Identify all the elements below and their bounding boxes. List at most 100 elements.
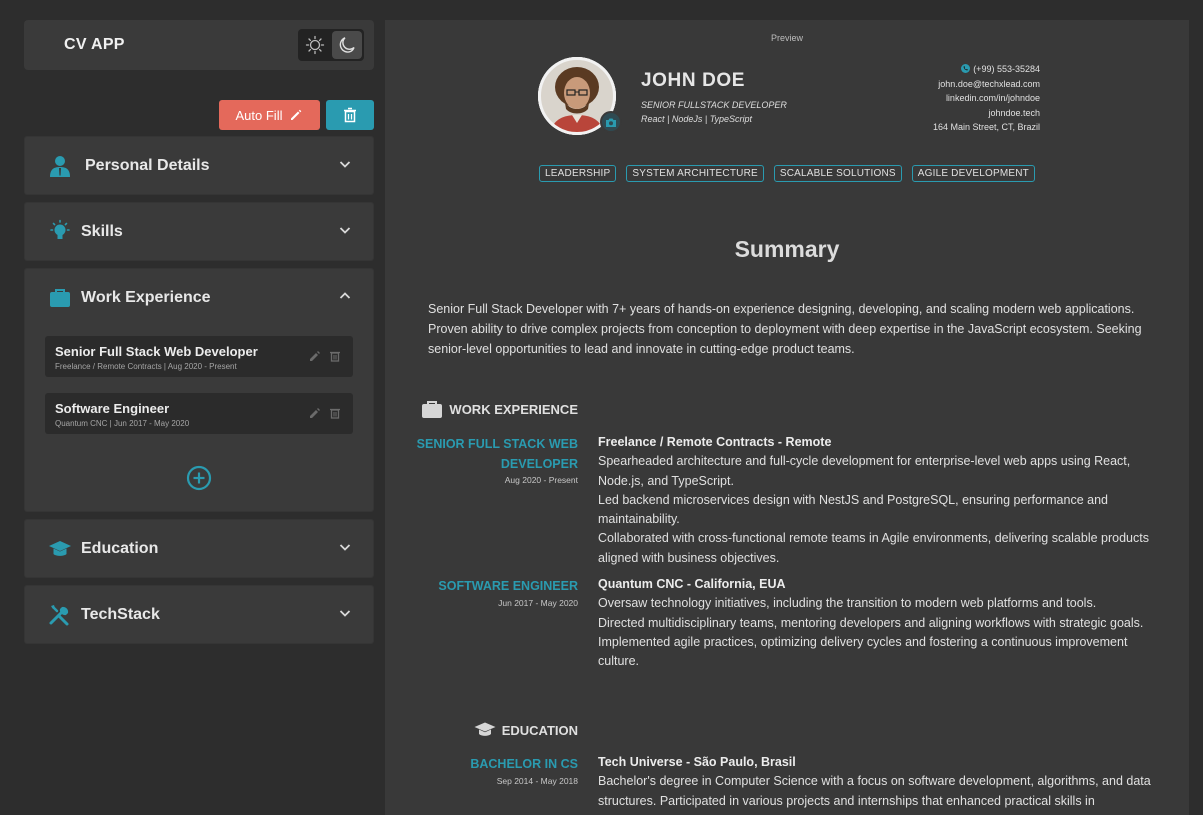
work-item-title: Software Engineer [55, 401, 170, 416]
contact-email[interactable]: john.doe@techxlead.com [933, 77, 1040, 92]
work-item-title: Senior Full Stack Web Developer [55, 344, 258, 359]
light-theme-button[interactable] [300, 31, 330, 59]
work-item-tools [309, 407, 341, 419]
edit-icon[interactable] [309, 407, 321, 419]
chevron-down-icon[interactable] [339, 607, 351, 619]
techstack-section: TechStack [24, 585, 374, 644]
contact-phone: (+99) 553-35284 [973, 64, 1040, 74]
techstack-header[interactable]: TechStack [25, 586, 373, 643]
briefcase-icon [47, 285, 73, 311]
contact-website[interactable]: johndoe.tech [933, 106, 1040, 121]
cv-preview: Preview JOHN DOE SENIOR FULLSTACK DEVELO… [385, 20, 1189, 815]
work-item[interactable]: Senior Full Stack Web Developer Freelanc… [45, 336, 353, 377]
skills-title: Skills [81, 222, 123, 240]
contact-phone-row: (+99) 553-35284 [933, 62, 1040, 77]
editor-sidebar: CV APP Auto Fill Personal Details Skills… [24, 20, 374, 644]
person-icon [47, 153, 73, 179]
education-title: Education [81, 539, 159, 557]
briefcase-icon [422, 401, 443, 418]
camera-icon [606, 118, 616, 127]
action-bar: Auto Fill [24, 100, 374, 130]
education-entry-school: Tech Universe - São Paulo, Brasil [598, 755, 796, 769]
work-experience-header[interactable]: Work Experience [25, 269, 373, 326]
edit-icon[interactable] [309, 350, 321, 362]
work-entry-bullet: Oversaw technology initiatives, includin… [598, 596, 1097, 611]
phone-icon [961, 64, 971, 73]
work-entry-role-line2: DEVELOPER [500, 456, 578, 471]
techstack-title: TechStack [81, 605, 160, 623]
work-item[interactable]: Software Engineer Quantum CNC | Jun 2017… [45, 393, 353, 434]
work-entry-bullet: Led backend microservices design with Ne… [598, 492, 1108, 527]
trash-icon [344, 107, 356, 123]
change-photo-button[interactable] [600, 111, 622, 133]
work-experience-title: Work Experience [81, 288, 211, 306]
clear-all-button[interactable] [326, 100, 374, 130]
education-heading: EDUCATION [474, 721, 578, 739]
contact-linkedin[interactable]: linkedin.com/in/johndoe [933, 91, 1040, 106]
skills-header[interactable]: Skills [25, 203, 373, 260]
chevron-down-icon[interactable] [339, 224, 351, 236]
dark-theme-button[interactable] [332, 31, 362, 59]
education-entry-meta: BACHELOR IN CS Sep 2014 - May 2018 [408, 755, 578, 786]
add-circle-icon[interactable] [186, 465, 212, 491]
work-entry-details: Freelance / Remote Contracts - Remote Sp… [598, 433, 1158, 568]
education-section: Education [24, 519, 374, 578]
summary-heading: Summary [734, 236, 840, 262]
chevron-up-icon[interactable] [339, 290, 351, 302]
theme-toggle[interactable] [298, 29, 364, 61]
work-entry-dates: Jun 2017 - May 2020 [498, 597, 578, 608]
add-work-wrap [25, 450, 373, 511]
work-entry-meta: SOFTWARE ENGINEER Jun 2017 - May 2020 [408, 577, 578, 608]
cv-role: SENIOR FULLSTACK DEVELOPER [641, 100, 787, 110]
auto-fill-label: Auto Fill [235, 107, 283, 123]
preview-label: Preview [770, 33, 803, 43]
sun-icon [305, 35, 325, 55]
chevron-down-icon[interactable] [339, 541, 351, 553]
skill-tag: AGILE DEVELOPMENT [911, 165, 1035, 182]
cv-name: JOHN DOE [641, 70, 746, 91]
contact-address: 164 Main Street, CT, Brazil [932, 122, 1040, 132]
work-entry-company: Freelance / Remote Contracts - Remote [598, 435, 832, 449]
education-entry-description: Bachelor's degree in Computer Science wi… [598, 774, 1151, 808]
work-entry-bullet: Spearheaded architecture and full-cycle … [598, 454, 1131, 488]
work-entry-meta: SENIOR FULL STACK WEB DEVELOPER Aug 2020… [408, 435, 578, 485]
cv-tags: LEADERSHIP SYSTEM ARCHITECTURE SCALABLE … [385, 165, 1189, 182]
work-experience-section: Work Experience Senior Full Stack Web De… [24, 268, 374, 512]
work-item-tools [309, 350, 341, 362]
work-entry-details: Quantum CNC - California, EUA Oversaw te… [598, 575, 1158, 671]
cv-contact: (+99) 553-35284 john.doe@techxlead.com l… [933, 62, 1040, 135]
work-item-subtitle: Quantum CNC | Jun 2017 - May 2020 [55, 419, 190, 428]
lightbulb-icon [47, 219, 73, 245]
work-entry-bullet: Implemented agile practices, optimizing … [598, 634, 1128, 669]
education-entry-details: Tech Universe - São Paulo, Brasil Bachel… [598, 753, 1158, 811]
auto-fill-button[interactable]: Auto Fill [219, 100, 320, 130]
personal-details-section: Personal Details [24, 136, 374, 195]
moon-icon [339, 37, 355, 53]
work-entry-bullet: Directed multidisciplinary teams, mentor… [598, 615, 1144, 630]
skill-tag: LEADERSHIP [539, 165, 617, 182]
work-entry-bullet: Collaborated with cross-functional remot… [598, 531, 1149, 565]
work-entry-role: SENIOR FULL STACK WEB [416, 437, 578, 451]
education-header[interactable]: Education [25, 520, 373, 577]
delete-icon[interactable] [329, 407, 341, 419]
work-entry-company: Quantum CNC - California, EUA [598, 577, 786, 591]
work-entry-role: SOFTWARE ENGINEER [438, 579, 578, 593]
app-title: CV APP [64, 36, 125, 53]
avatar[interactable] [538, 57, 622, 135]
skills-section: Skills [24, 202, 374, 261]
pencil-icon [291, 109, 302, 120]
work-entry-dates: Aug 2020 - Present [504, 475, 578, 485]
cv-stack: React | NodeJs | TypeScript [641, 114, 753, 124]
delete-icon[interactable] [329, 350, 341, 362]
app-header: CV APP [24, 20, 374, 70]
personal-details-title: Personal Details [85, 156, 210, 174]
personal-details-header[interactable]: Personal Details [25, 137, 373, 194]
graduation-cap-icon [474, 722, 496, 736]
education-entry-degree: BACHELOR IN CS [470, 757, 578, 771]
tools-icon [47, 602, 73, 628]
chevron-down-icon[interactable] [339, 158, 351, 170]
summary-text: Senior Full Stack Developer with 7+ year… [428, 302, 1142, 356]
skill-tag: SCALABLE SOLUTIONS [773, 165, 902, 182]
graduation-cap-icon [47, 536, 73, 562]
work-experience-heading: WORK EXPERIENCE [421, 400, 578, 419]
